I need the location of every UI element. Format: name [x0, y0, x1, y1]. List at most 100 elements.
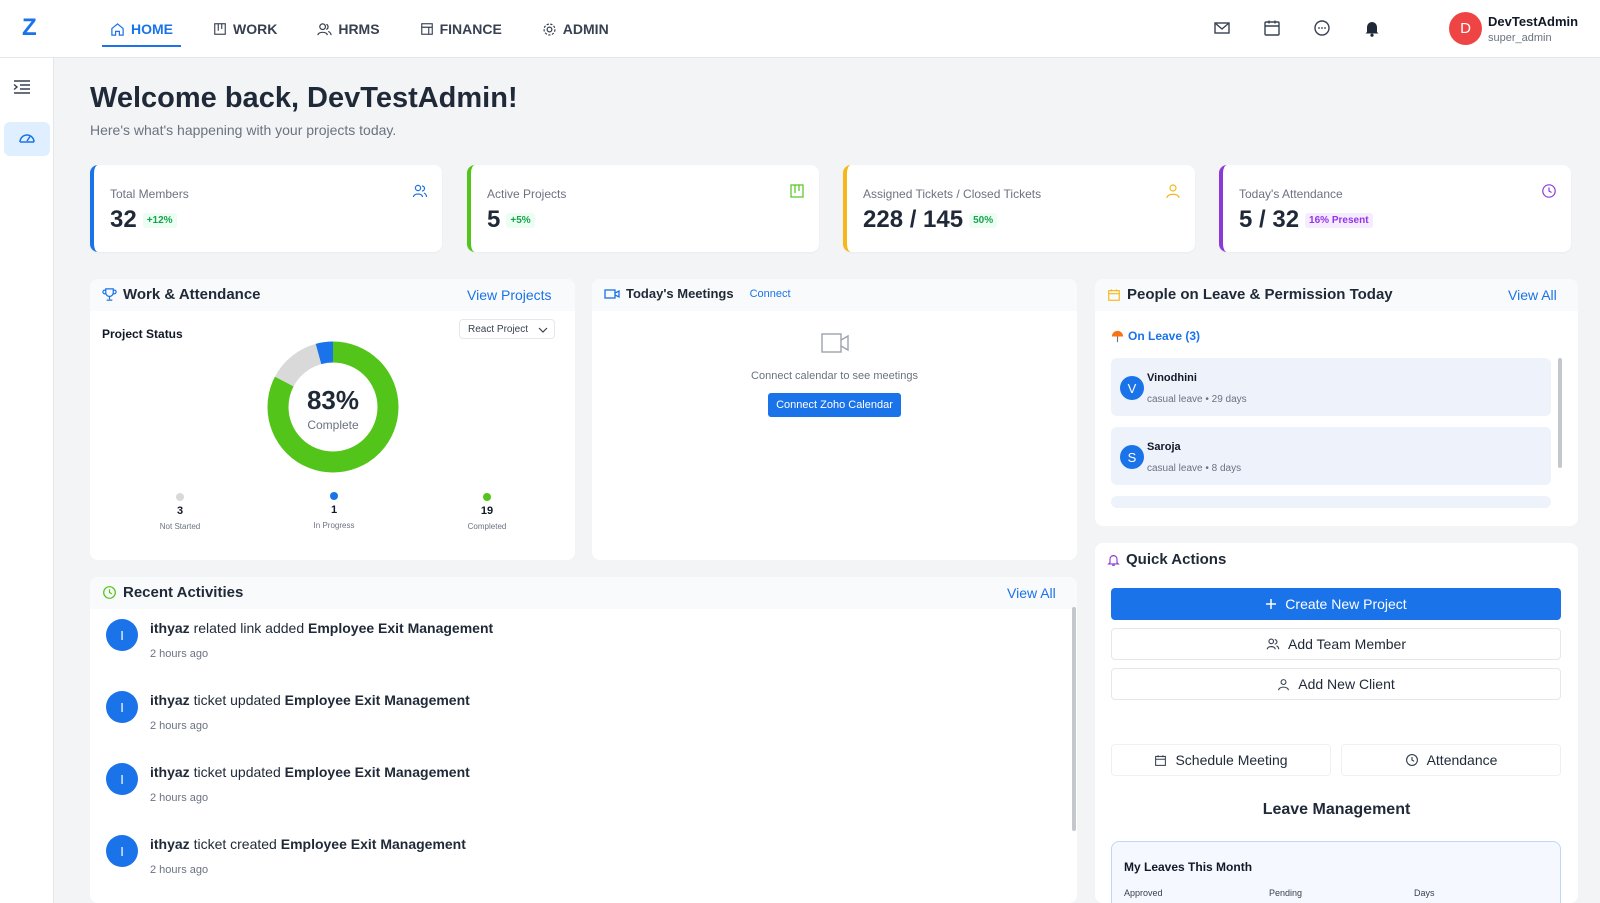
sidebar-toggle-icon[interactable] — [12, 78, 32, 96]
view-all-activities-link[interactable]: View All — [1007, 585, 1056, 601]
people-icon — [317, 22, 332, 35]
leave-management-title: Leave Management — [1262, 801, 1411, 818]
connect-zoho-calendar-button[interactable]: Connect Zoho Calendar — [768, 393, 901, 417]
plus-icon — [1266, 599, 1277, 609]
stat-value: 5 +5% — [487, 206, 535, 234]
donut-percent: 83% — [307, 385, 359, 415]
activity-text: ithyaz ticket updated Employee Exit Mana… — [150, 764, 470, 780]
mail-icon[interactable] — [1212, 18, 1232, 38]
pending-column-label: Pending — [1269, 888, 1303, 898]
board-icon — [214, 23, 226, 35]
user-avatar: D — [1449, 12, 1482, 45]
stat-badge: 50% — [969, 213, 998, 229]
stat-value: 5 / 32 16% Present — [1239, 206, 1373, 234]
legend-not-started: 3 Not Started — [140, 493, 220, 531]
stat-card-active-projects[interactable]: Active Projects 5 +5% — [467, 165, 819, 252]
card-title: Quick Actions — [1107, 551, 1226, 568]
stat-label: Active Projects — [487, 187, 567, 201]
chevron-down-icon — [538, 327, 548, 333]
card-title: People on Leave & Permission Today — [1107, 286, 1393, 303]
attendance-button[interactable]: Attendance — [1341, 744, 1561, 776]
team-icon — [1266, 638, 1280, 650]
activity-time: 2 hours ago — [150, 648, 209, 660]
leave-card: People on Leave & Permission Today View … — [1095, 279, 1578, 526]
nav-hrms-label: HRMS — [338, 21, 380, 37]
view-all-leave-link[interactable]: View All — [1508, 287, 1557, 303]
clock-icon — [1542, 184, 1556, 198]
nav-admin[interactable]: ADMIN — [534, 0, 617, 58]
meetings-empty-text: Connect calendar to see meetings — [751, 370, 918, 382]
home-icon — [111, 22, 124, 36]
activity-text: ithyaz ticket created Employee Exit Mana… — [150, 836, 466, 852]
dashboard-gauge-icon — [19, 134, 35, 143]
activity-avatar: I — [106, 763, 138, 795]
project-select[interactable]: React Project — [459, 319, 555, 339]
activity-time: 2 hours ago — [150, 720, 209, 732]
legend-dot — [176, 493, 184, 501]
quick-actions-card: Quick Actions Create New Project Add Tea… — [1095, 543, 1578, 903]
page-title: Welcome back, DevTestAdmin! — [90, 82, 518, 114]
stat-label: Assigned Tickets / Closed Tickets — [863, 187, 1042, 201]
donut-complete-label: Complete — [307, 418, 359, 432]
user-menu[interactable]: D DevTestAdmin super_admin — [1449, 12, 1578, 45]
nav-finance-label: FINANCE — [439, 21, 502, 37]
activity-avatar: I — [106, 835, 138, 867]
calendar-icon[interactable] — [1262, 18, 1282, 38]
clock-icon — [1405, 754, 1418, 766]
stat-label: Total Members — [110, 187, 189, 201]
leave-person-row[interactable]: S Saroja casual leave • 8 days — [1111, 427, 1551, 485]
project-board-icon — [790, 184, 804, 198]
leave-person-row[interactable]: V Vinodhini casual leave • 29 days — [1111, 358, 1551, 416]
card-title: Recent Activities — [102, 584, 243, 601]
beach-umbrella-icon — [1111, 330, 1124, 342]
connect-link[interactable]: Connect — [750, 288, 791, 300]
person-avatar: V — [1120, 376, 1144, 400]
user-name: DevTestAdmin — [1488, 13, 1579, 29]
nav-finance[interactable]: FINANCE — [412, 0, 510, 58]
activity-avatar: I — [106, 619, 138, 651]
top-navigation-bar: Z HOME WORK HRMS FINANCE ADMIN D DevTest… — [0, 0, 1600, 58]
add-new-client-button[interactable]: Add New Client — [1111, 668, 1561, 700]
activity-time: 2 hours ago — [150, 864, 209, 876]
nav-home[interactable]: HOME — [102, 0, 181, 58]
nav-home-label: HOME — [131, 21, 173, 37]
team-icon — [412, 184, 428, 198]
on-leave-section-label: On Leave (3) — [1111, 329, 1200, 343]
leave-details: casual leave • 29 days — [1147, 394, 1247, 405]
bell-icon[interactable] — [1362, 18, 1382, 38]
view-projects-link[interactable]: View Projects — [467, 287, 552, 303]
activities-scrollbar[interactable] — [1072, 607, 1076, 831]
calendar-icon — [1155, 754, 1167, 766]
stat-badge: +5% — [506, 213, 535, 229]
chat-icon[interactable] — [1312, 18, 1332, 38]
video-placeholder-icon — [820, 333, 849, 353]
legend-completed: 19 Completed — [447, 493, 527, 531]
activity-avatar: I — [106, 691, 138, 723]
add-team-member-button[interactable]: Add Team Member — [1111, 628, 1561, 660]
nav-hrms[interactable]: HRMS — [309, 0, 387, 58]
app-logo[interactable]: Z — [22, 14, 37, 42]
days-column-label: Days — [1414, 888, 1435, 898]
person-name: Vinodhini — [1147, 372, 1197, 384]
activity-time: 2 hours ago — [150, 792, 209, 804]
my-leaves-heading: My Leaves This Month — [1124, 860, 1253, 874]
gear-icon — [543, 22, 556, 36]
stat-value: 32 +12% — [110, 206, 177, 234]
approved-column-label: Approved — [1124, 888, 1163, 898]
stat-card-attendance[interactable]: Today's Attendance 5 / 32 16% Present — [1219, 165, 1571, 252]
create-new-project-button[interactable]: Create New Project — [1111, 588, 1561, 620]
card-title: Today's Meetings Connect — [604, 286, 791, 301]
leave-list-scrollbar[interactable] — [1558, 358, 1562, 468]
stat-card-total-members[interactable]: Total Members 32 +12% — [90, 165, 442, 252]
stat-card-tickets[interactable]: Assigned Tickets / Closed Tickets 228 / … — [843, 165, 1195, 252]
schedule-meeting-button[interactable]: Schedule Meeting — [1111, 744, 1331, 776]
stat-label: Today's Attendance — [1239, 187, 1343, 201]
main-nav: HOME WORK HRMS FINANCE ADMIN — [102, 0, 641, 58]
activity-text: ithyaz related link added Employee Exit … — [150, 620, 494, 636]
bell-outline-icon — [1107, 554, 1120, 566]
nav-work[interactable]: WORK — [205, 0, 285, 58]
legend-count: 3 — [176, 505, 184, 517]
project-status-donut: 83% Complete — [267, 341, 399, 473]
legend-count: 1 — [330, 504, 338, 516]
sidebar-item-dashboard[interactable] — [4, 122, 50, 156]
